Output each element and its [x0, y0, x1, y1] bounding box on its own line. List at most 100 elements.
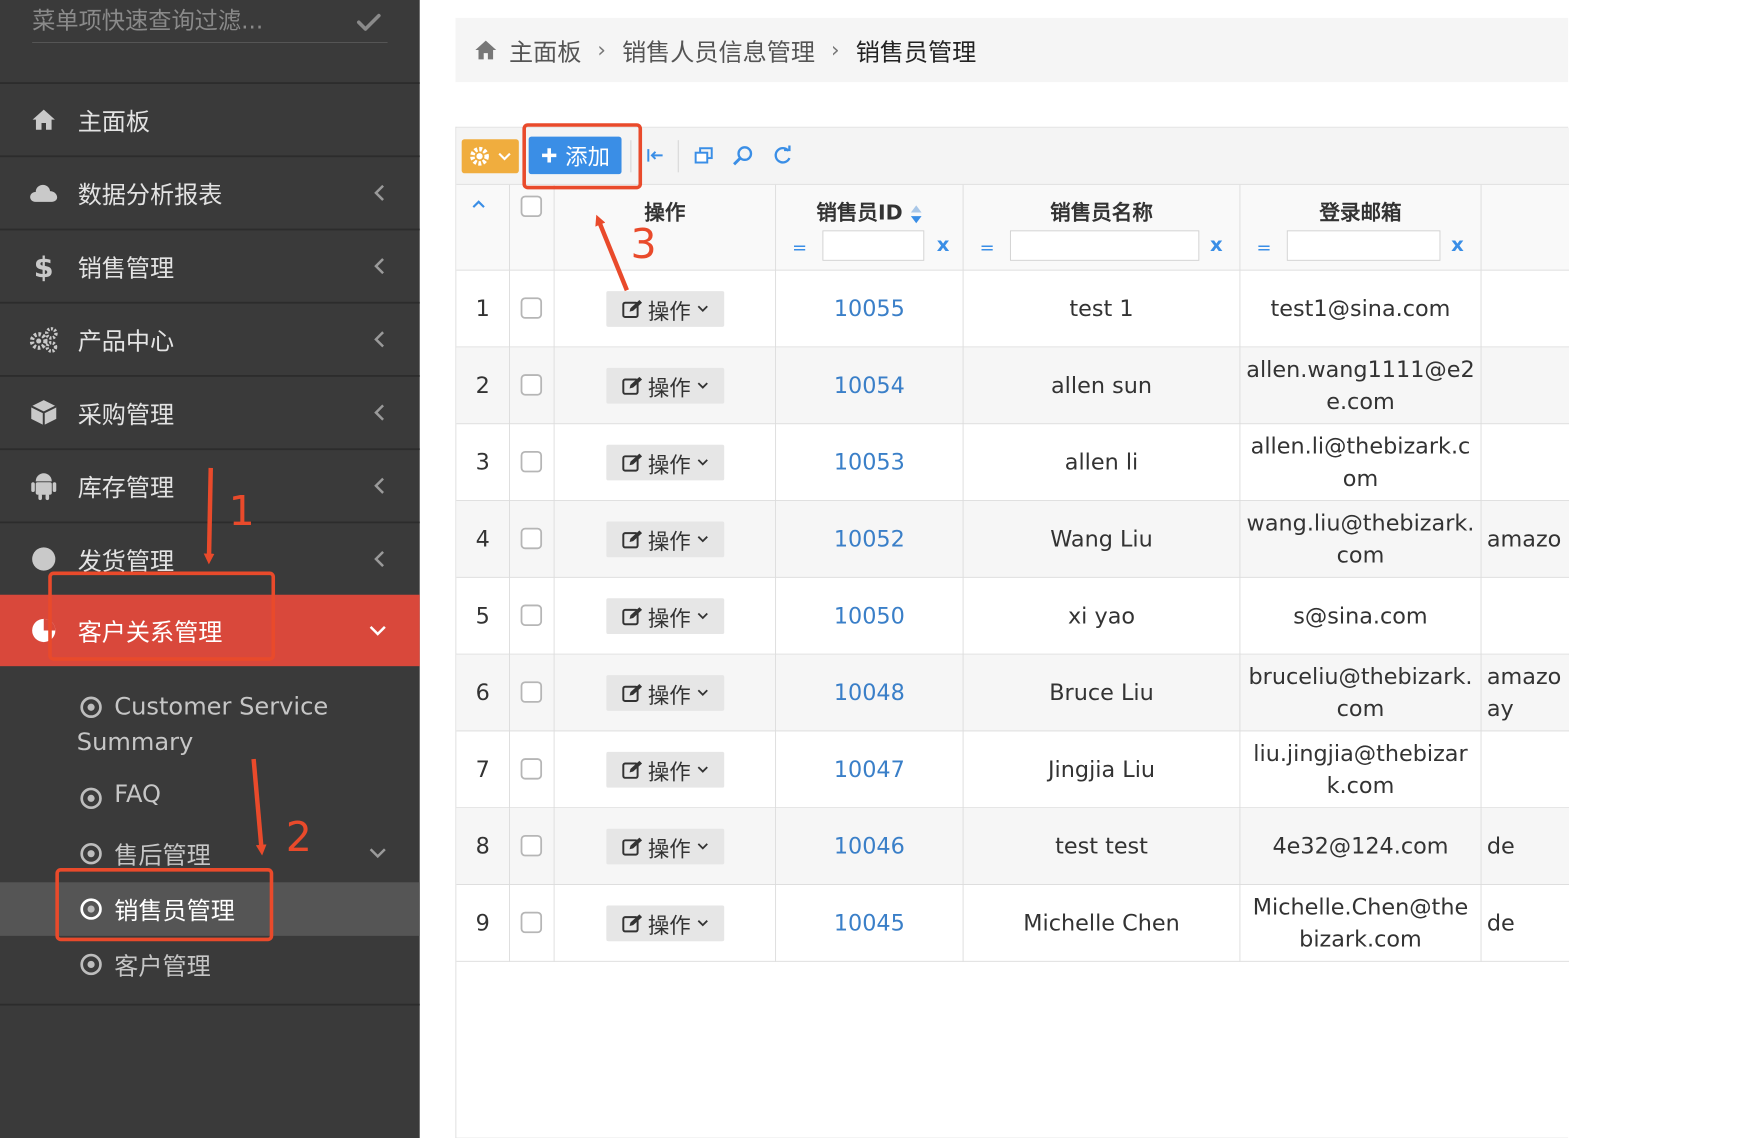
- submenu-item-customers[interactable]: 客户管理: [0, 945, 420, 984]
- header-index[interactable]: [456, 184, 510, 271]
- first-page-icon[interactable]: [644, 144, 667, 167]
- salesperson-id[interactable]: 10055: [776, 270, 964, 348]
- chevron-down-icon: [369, 848, 386, 859]
- row-actions-dropdown[interactable]: 操作: [605, 828, 724, 865]
- salesperson-id[interactable]: 10047: [776, 731, 964, 809]
- check-icon[interactable]: [355, 9, 382, 36]
- row-select-cell: [510, 347, 555, 425]
- chevron-left-icon: [374, 258, 384, 275]
- row-actions-dropdown[interactable]: 操作: [605, 751, 724, 788]
- filter-operator[interactable]: =: [1256, 237, 1271, 258]
- row-actions-cell: 操作: [555, 270, 777, 348]
- circle-icon: [29, 544, 59, 574]
- id-filter-input[interactable]: [822, 230, 925, 261]
- clear-filter-button[interactable]: x: [1210, 234, 1223, 256]
- menu-item-inventory[interactable]: 库存管理: [0, 450, 420, 521]
- header-extra: [1481, 185, 1569, 271]
- menu-item-products[interactable]: 产品中心: [0, 304, 420, 375]
- header-salesperson-id[interactable]: 销售员ID = x: [776, 184, 964, 271]
- row-actions-dropdown[interactable]: 操作: [605, 291, 724, 327]
- submenu-item-customer-service-summary[interactable]: Customer Service Summary: [0, 688, 420, 770]
- row-checkbox[interactable]: [520, 527, 543, 550]
- row-checkbox[interactable]: [520, 911, 543, 934]
- salesperson-grid: 添加 操作 销售员ID = x 销售员名称 = x 登录邮箱 = x 1 操作 …: [455, 126, 1570, 1138]
- table-row[interactable]: 8 操作 10046 test test 4e32@124.com de: [456, 808, 1570, 885]
- row-actions-label: 操作: [647, 913, 691, 939]
- menu-item-dashboard[interactable]: 主面板: [0, 84, 420, 155]
- chevron-down-icon: [697, 382, 708, 389]
- row-checkbox[interactable]: [520, 681, 543, 703]
- row-select-cell: [510, 500, 555, 578]
- table-row[interactable]: 3 操作 10053 allen li allen.li@thebizark.com: [456, 424, 1570, 501]
- submenu-item-faq[interactable]: FAQ: [0, 779, 420, 818]
- annotation-highlight-crm: [48, 571, 276, 661]
- header-salesperson-name[interactable]: 销售员名称 = x: [964, 184, 1241, 271]
- cloud-icon: [29, 178, 59, 208]
- row-actions-dropdown[interactable]: 操作: [605, 367, 724, 404]
- select-all-checkbox[interactable]: [520, 195, 543, 217]
- menu-item-reports[interactable]: 数据分析报表: [0, 157, 420, 228]
- row-checkbox[interactable]: [520, 834, 543, 857]
- window-restore-icon[interactable]: [692, 144, 715, 167]
- menu-filter-input[interactable]: [32, 3, 354, 40]
- salesperson-id[interactable]: 10045: [776, 884, 964, 962]
- submenu-item-label: FAQ: [114, 780, 162, 809]
- row-checkbox[interactable]: [520, 758, 543, 780]
- row-index: 5: [456, 577, 510, 655]
- menu-item-sales[interactable]: $ 销售管理: [0, 230, 420, 301]
- name-filter-input[interactable]: [1009, 230, 1200, 261]
- circle-dot-icon: [80, 787, 102, 810]
- chevron-down-icon: [369, 626, 386, 636]
- edit-icon: [621, 684, 642, 702]
- row-actions-dropdown[interactable]: 操作: [605, 675, 724, 711]
- menu-item-purchasing[interactable]: 采购管理: [0, 377, 420, 448]
- edit-icon: [621, 376, 642, 395]
- row-actions-label: 操作: [647, 605, 691, 631]
- salesperson-id[interactable]: 10053: [776, 424, 964, 501]
- header-login-email[interactable]: 登录邮箱 = x: [1240, 184, 1482, 271]
- salesperson-id[interactable]: 10048: [776, 654, 964, 732]
- table-row[interactable]: 2 操作 10054 allen sun allen.wang1111@e2e.com: [456, 347, 1570, 425]
- breadcrumb-item-sales-staff[interactable]: 销售人员信息管理: [622, 33, 815, 68]
- breadcrumb-item-dashboard[interactable]: 主面板: [509, 33, 581, 68]
- submenu-item-label: Customer Service Summary: [76, 692, 329, 757]
- email-filter-input[interactable]: [1286, 230, 1441, 261]
- chevron-right-icon: ›: [831, 37, 840, 63]
- row-actions-label: 操作: [647, 452, 691, 478]
- row-checkbox[interactable]: [520, 374, 543, 396]
- refresh-icon[interactable]: [771, 144, 794, 167]
- table-row[interactable]: 5 操作 10050 xi yao s@sina.com: [456, 577, 1570, 655]
- home-icon[interactable]: [473, 38, 498, 63]
- sort-icon: [910, 204, 922, 223]
- row-actions-dropdown[interactable]: 操作: [605, 444, 724, 481]
- row-actions-dropdown[interactable]: 操作: [605, 905, 724, 942]
- table-row[interactable]: 4 操作 10052 Wang Liu wang.liu@thebizark.com am…: [456, 500, 1570, 578]
- row-actions-dropdown[interactable]: 操作: [605, 598, 724, 635]
- salesperson-id[interactable]: 10052: [776, 500, 964, 578]
- breadcrumb-item-current: 销售员管理: [855, 38, 977, 67]
- table-row[interactable]: 1 操作 10055 test 1 test1@sina.com: [456, 270, 1570, 348]
- filter-operator[interactable]: =: [792, 237, 807, 258]
- clear-filter-button[interactable]: x: [937, 234, 950, 256]
- table-row[interactable]: 9 操作 10045 Michelle Chen Michelle.Chen@thebi…: [456, 884, 1570, 962]
- salesperson-id[interactable]: 10050: [776, 577, 964, 655]
- chevron-up-icon: [472, 200, 485, 208]
- salesperson-name: xi yao: [964, 577, 1241, 655]
- row-actions-dropdown[interactable]: 操作: [605, 521, 724, 558]
- gear-icon: [470, 146, 489, 166]
- table-row[interactable]: 7 操作 10047 Jingjia Liu liu.jingjia@thebizark…: [456, 731, 1570, 809]
- row-checkbox[interactable]: [520, 297, 543, 319]
- row-index: 8: [456, 808, 510, 885]
- row-actions-cell: 操作: [555, 500, 777, 578]
- filter-operator[interactable]: =: [980, 237, 995, 258]
- row-checkbox[interactable]: [520, 450, 543, 473]
- chevron-down-icon: [697, 843, 708, 850]
- settings-dropdown-button[interactable]: [461, 139, 519, 174]
- salesperson-id[interactable]: 10054: [776, 347, 964, 425]
- search-icon[interactable]: [731, 144, 754, 167]
- clear-filter-button[interactable]: x: [1451, 234, 1464, 256]
- table-row[interactable]: 6 操作 10048 Bruce Liu bruceliu@thebizark.com a…: [456, 654, 1570, 732]
- chevron-down-icon: [697, 459, 708, 466]
- row-checkbox[interactable]: [520, 604, 543, 626]
- salesperson-id[interactable]: 10046: [776, 808, 964, 885]
